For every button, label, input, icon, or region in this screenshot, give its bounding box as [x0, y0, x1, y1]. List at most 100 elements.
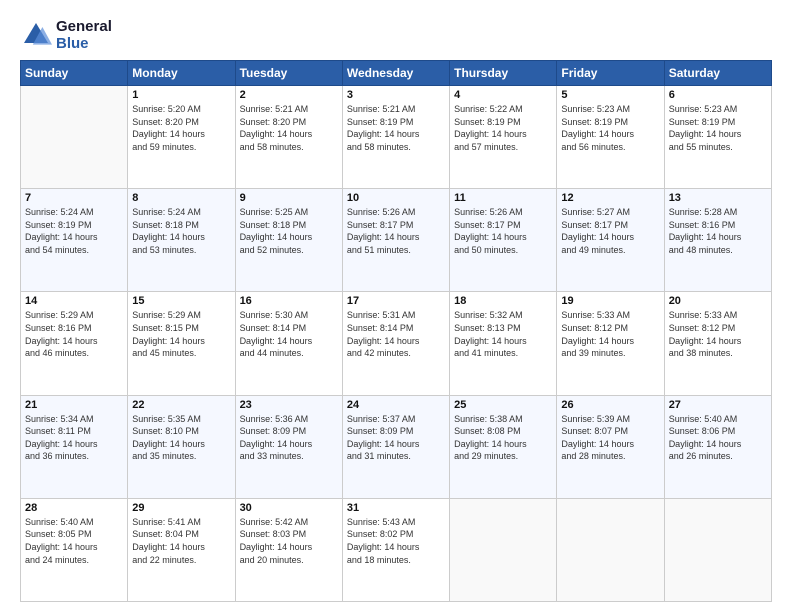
day-info: Sunrise: 5:28 AMSunset: 8:16 PMDaylight:…: [669, 206, 767, 256]
day-info: Sunrise: 5:26 AMSunset: 8:17 PMDaylight:…: [454, 206, 552, 256]
day-info: Sunrise: 5:24 AMSunset: 8:19 PMDaylight:…: [25, 206, 123, 256]
calendar-cell: [21, 86, 128, 189]
day-number: 27: [669, 399, 767, 411]
calendar-cell: [664, 498, 771, 601]
day-info: Sunrise: 5:36 AMSunset: 8:09 PMDaylight:…: [240, 413, 338, 463]
calendar-cell: 6Sunrise: 5:23 AMSunset: 8:19 PMDaylight…: [664, 86, 771, 189]
day-number: 13: [669, 192, 767, 204]
calendar-cell: 3 Sunrise: 5:21 AMSunset: 8:19 PMDaylight…: [342, 86, 449, 189]
day-number: 17: [347, 295, 445, 307]
day-number: 15: [132, 295, 230, 307]
day-info: Sunrise: 5:32 AMSunset: 8:13 PMDaylight:…: [454, 309, 552, 359]
day-number: 3: [347, 89, 445, 101]
calendar-cell: 2 Sunrise: 5:21 AMSunset: 8:20 PMDaylight…: [235, 86, 342, 189]
calendar-cell: 23 Sunrise: 5:36 AMSunset: 8:09 PMDayligh…: [235, 395, 342, 498]
day-number: 12: [561, 192, 659, 204]
calendar-cell: 27 Sunrise: 5:40 AMSunset: 8:06 PMDayligh…: [664, 395, 771, 498]
day-number: 25: [454, 399, 552, 411]
calendar-cell: 22 Sunrise: 5:35 AMSunset: 8:10 PMDayligh…: [128, 395, 235, 498]
day-number: 5: [561, 89, 659, 101]
calendar-cell: 8Sunrise: 5:24 AMSunset: 8:18 PMDaylight…: [128, 189, 235, 292]
day-info: Sunrise: 5:40 AMSunset: 8:06 PMDaylight:…: [669, 413, 767, 463]
day-info: Sunrise: 5:43 AMSunset: 8:02 PMDaylight:…: [347, 516, 445, 566]
day-info: Sunrise: 5:39 AMSunset: 8:07 PMDaylight:…: [561, 413, 659, 463]
day-number: 4: [454, 89, 552, 101]
day-info: Sunrise: 5:29 AMSunset: 8:16 PMDaylight:…: [25, 309, 123, 359]
page: General Blue SundayMondayTuesdayWednesda…: [0, 0, 792, 612]
day-info: Sunrise: 5:21 AMSunset: 8:20 PMDaylight:…: [240, 103, 338, 153]
header-day-wednesday: Wednesday: [342, 61, 449, 86]
day-number: 22: [132, 399, 230, 411]
day-info: Sunrise: 5:33 AMSunset: 8:12 PMDaylight:…: [561, 309, 659, 359]
day-number: 11: [454, 192, 552, 204]
calendar-cell: 16 Sunrise: 5:30 AMSunset: 8:14 PMDayligh…: [235, 292, 342, 395]
day-info: Sunrise: 5:41 AMSunset: 8:04 PMDaylight:…: [132, 516, 230, 566]
logo: General Blue: [20, 18, 112, 52]
day-number: 7: [25, 192, 123, 204]
day-info: Sunrise: 5:22 AMSunset: 8:19 PMDaylight:…: [454, 103, 552, 153]
calendar-cell: 12 Sunrise: 5:27 AMSunset: 8:17 PMDayligh…: [557, 189, 664, 292]
calendar-cell: [450, 498, 557, 601]
day-number: 31: [347, 502, 445, 514]
header-day-monday: Monday: [128, 61, 235, 86]
calendar-cell: 26 Sunrise: 5:39 AMSunset: 8:07 PMDayligh…: [557, 395, 664, 498]
day-info: Sunrise: 5:27 AMSunset: 8:17 PMDaylight:…: [561, 206, 659, 256]
calendar-cell: 21Sunrise: 5:34 AMSunset: 8:11 PMDayligh…: [21, 395, 128, 498]
week-row-1: 1 Sunrise: 5:20 AMSunset: 8:20 PMDaylight…: [21, 86, 772, 189]
calendar-cell: 24 Sunrise: 5:37 AMSunset: 8:09 PMDayligh…: [342, 395, 449, 498]
day-info: Sunrise: 5:26 AMSunset: 8:17 PMDaylight:…: [347, 206, 445, 256]
day-number: 2: [240, 89, 338, 101]
logo-icon: [20, 19, 52, 51]
day-number: 29: [132, 502, 230, 514]
calendar-cell: 5 Sunrise: 5:23 AMSunset: 8:19 PMDaylight…: [557, 86, 664, 189]
day-number: 24: [347, 399, 445, 411]
day-number: 9: [240, 192, 338, 204]
day-number: 10: [347, 192, 445, 204]
day-info: Sunrise: 5:38 AMSunset: 8:08 PMDaylight:…: [454, 413, 552, 463]
header-day-thursday: Thursday: [450, 61, 557, 86]
header-day-saturday: Saturday: [664, 61, 771, 86]
calendar-cell: 28 Sunrise: 5:40 AMSunset: 8:05 PMDayligh…: [21, 498, 128, 601]
calendar-cell: 10 Sunrise: 5:26 AMSunset: 8:17 PMDayligh…: [342, 189, 449, 292]
calendar-cell: 29 Sunrise: 5:41 AMSunset: 8:04 PMDayligh…: [128, 498, 235, 601]
day-info: Sunrise: 5:37 AMSunset: 8:09 PMDaylight:…: [347, 413, 445, 463]
day-number: 18: [454, 295, 552, 307]
day-info: Sunrise: 5:20 AMSunset: 8:20 PMDaylight:…: [132, 103, 230, 153]
day-number: 14: [25, 295, 123, 307]
calendar-cell: [557, 498, 664, 601]
header-row: SundayMondayTuesdayWednesdayThursdayFrid…: [21, 61, 772, 86]
week-row-2: 7 Sunrise: 5:24 AMSunset: 8:19 PMDaylight…: [21, 189, 772, 292]
day-number: 6: [669, 89, 767, 101]
day-info: Sunrise: 5:31 AMSunset: 8:14 PMDaylight:…: [347, 309, 445, 359]
calendar-cell: 31 Sunrise: 5:43 AMSunset: 8:02 PMDayligh…: [342, 498, 449, 601]
day-number: 20: [669, 295, 767, 307]
calendar-cell: 17 Sunrise: 5:31 AMSunset: 8:14 PMDayligh…: [342, 292, 449, 395]
day-info: Sunrise: 5:25 AMSunset: 8:18 PMDaylight:…: [240, 206, 338, 256]
calendar-cell: 19 Sunrise: 5:33 AMSunset: 8:12 PMDayligh…: [557, 292, 664, 395]
day-info: Sunrise: 5:42 AMSunset: 8:03 PMDaylight:…: [240, 516, 338, 566]
day-info: Sunrise: 5:35 AMSunset: 8:10 PMDaylight:…: [132, 413, 230, 463]
calendar-cell: 15 Sunrise: 5:29 AMSunset: 8:15 PMDayligh…: [128, 292, 235, 395]
calendar-cell: 11 Sunrise: 5:26 AMSunset: 8:17 PMDayligh…: [450, 189, 557, 292]
day-number: 26: [561, 399, 659, 411]
day-info: Sunrise: 5:21 AMSunset: 8:19 PMDaylight:…: [347, 103, 445, 153]
day-number: 1: [132, 89, 230, 101]
day-number: 16: [240, 295, 338, 307]
day-number: 23: [240, 399, 338, 411]
header-day-sunday: Sunday: [21, 61, 128, 86]
calendar-table: SundayMondayTuesdayWednesdayThursdayFrid…: [20, 60, 772, 602]
logo-text: General Blue: [56, 18, 112, 52]
calendar-cell: 1 Sunrise: 5:20 AMSunset: 8:20 PMDaylight…: [128, 86, 235, 189]
calendar-cell: 25 Sunrise: 5:38 AMSunset: 8:08 PMDayligh…: [450, 395, 557, 498]
day-number: 30: [240, 502, 338, 514]
day-info: Sunrise: 5:40 AMSunset: 8:05 PMDaylight:…: [25, 516, 123, 566]
day-number: 28: [25, 502, 123, 514]
day-info: Sunrise: 5:30 AMSunset: 8:14 PMDaylight:…: [240, 309, 338, 359]
day-info: Sunrise: 5:29 AMSunset: 8:15 PMDaylight:…: [132, 309, 230, 359]
day-number: 19: [561, 295, 659, 307]
header: General Blue: [20, 18, 772, 52]
day-info: Sunrise: 5:23 AMSunset: 8:19 PMDaylight:…: [561, 103, 659, 153]
day-info: Sunrise: 5:24 AMSunset: 8:18 PMDaylight:…: [132, 206, 230, 256]
calendar-cell: 9 Sunrise: 5:25 AMSunset: 8:18 PMDaylight…: [235, 189, 342, 292]
week-row-5: 28 Sunrise: 5:40 AMSunset: 8:05 PMDayligh…: [21, 498, 772, 601]
